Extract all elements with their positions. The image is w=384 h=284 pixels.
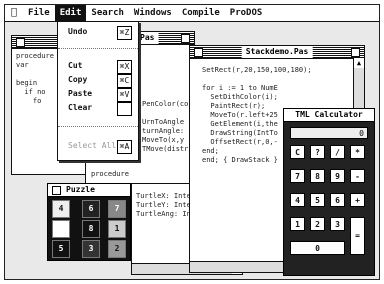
calc-key-clear[interactable]: C: [290, 145, 305, 159]
stackdemo-title: Stackdemo.Pas: [241, 46, 313, 58]
clear-label: Clear: [68, 103, 93, 112]
calculator-title[interactable]: TML Calculator: [284, 109, 374, 122]
calc-key-question[interactable]: ?: [310, 145, 325, 159]
calc-key-9[interactable]: 9: [330, 169, 345, 183]
undo-label: Undo: [68, 27, 88, 36]
menu-item-paste[interactable]: Paste ⌘V: [58, 88, 138, 102]
calc-key-divide[interactable]: /: [330, 145, 345, 159]
puzzle-tile[interactable]: 2: [108, 240, 126, 258]
puzzle-tile[interactable]: 5: [52, 240, 70, 258]
calc-key-plus[interactable]: +: [350, 193, 365, 207]
menu-search[interactable]: Search: [86, 5, 129, 21]
menu-separator: [58, 48, 138, 49]
back-window-code: procedure var begin if no fo: [16, 52, 54, 105]
close-box-icon[interactable]: [194, 48, 203, 57]
clear-shortcut: [117, 102, 132, 116]
menu-bar:  File Edit Search Windows Compile ProDO…: [5, 5, 379, 22]
turtle-window-code: TurtleX: Inte TurtleY: Inte TurtleAng: I…: [136, 192, 191, 218]
zoom-box-icon[interactable]: [351, 48, 360, 57]
desktop:  File Edit Search Windows Compile ProDO…: [4, 4, 380, 280]
select-all-shortcut: ⌘A: [117, 140, 132, 154]
menu-compile[interactable]: Compile: [177, 5, 225, 21]
calculator-window[interactable]: TML Calculator 0 C ? / * 7 8 9 - 4 5 6 +…: [283, 108, 375, 276]
puzzle-tile[interactable]: 6: [82, 200, 100, 218]
procedure-keyword: procedure: [91, 170, 129, 178]
puzzle-titlebar[interactable]: Puzzle: [48, 184, 130, 197]
calc-key-equals[interactable]: =: [350, 217, 365, 255]
puzzle-tile[interactable]: 1: [108, 220, 126, 238]
calc-key-multiply[interactable]: *: [350, 145, 365, 159]
calc-key-2[interactable]: 2: [310, 217, 325, 231]
undo-shortcut: ⌘Z: [117, 26, 132, 40]
puzzle-tile[interactable]: 8: [82, 220, 100, 238]
stackdemo-titlebar[interactable]: Stackdemo.Pas: [190, 46, 364, 59]
calc-key-minus[interactable]: -: [350, 169, 365, 183]
paste-label: Paste: [68, 89, 93, 98]
select-all-label: Select All: [68, 141, 117, 150]
menu-item-cut[interactable]: Cut ⌘X: [58, 60, 138, 74]
puzzle-tile[interactable]: 3: [82, 240, 100, 258]
menu-item-clear[interactable]: Clear: [58, 102, 138, 116]
calc-key-0[interactable]: 0: [290, 241, 345, 255]
calculator-display: 0: [290, 127, 368, 139]
zoom-box-icon[interactable]: [181, 34, 190, 43]
cut-shortcut: ⌘X: [117, 60, 132, 74]
cut-label: Cut: [68, 61, 83, 70]
close-box-icon[interactable]: [52, 186, 61, 195]
puzzle-window[interactable]: Puzzle 4 6 7 8 1 5 3 2: [47, 183, 131, 261]
puzzle-tile[interactable]: 4: [52, 200, 70, 218]
puzzle-tile[interactable]: 7: [108, 200, 126, 218]
menu-item-select-all[interactable]: Select All ⌘A: [58, 140, 138, 154]
copy-label: Copy: [68, 75, 88, 84]
puzzle-title: Puzzle: [66, 185, 95, 194]
close-box-icon[interactable]: [16, 38, 25, 47]
menu-item-copy[interactable]: Copy ⌘C: [58, 74, 138, 88]
menu-item-undo[interactable]: Undo ⌘Z: [58, 26, 138, 40]
calc-key-7[interactable]: 7: [290, 169, 305, 183]
calc-key-3[interactable]: 3: [330, 217, 345, 231]
puzzle-tile-empty[interactable]: [52, 220, 70, 238]
apple-menu-icon[interactable]: : [5, 5, 23, 21]
edit-menu: Undo ⌘Z Cut ⌘X Copy ⌘C Paste ⌘V Clear Se…: [57, 21, 139, 161]
menu-prodos[interactable]: ProDOS: [225, 5, 268, 21]
calc-key-8[interactable]: 8: [310, 169, 325, 183]
calc-key-4[interactable]: 4: [290, 193, 305, 207]
middle-window-code: PenColor(co UrnToAngle turnAngle: MoveTo…: [142, 100, 189, 153]
calc-key-1[interactable]: 1: [290, 217, 305, 231]
menu-file[interactable]: File: [23, 5, 55, 21]
scroll-up-arrow-icon[interactable]: ▲: [354, 58, 364, 68]
calc-key-6[interactable]: 6: [330, 193, 345, 207]
copy-shortcut: ⌘C: [117, 74, 132, 88]
menu-separator: [58, 126, 138, 127]
calc-key-5[interactable]: 5: [310, 193, 325, 207]
paste-shortcut: ⌘V: [117, 88, 132, 102]
menu-windows[interactable]: Windows: [129, 5, 177, 21]
menu-edit[interactable]: Edit: [54, 5, 87, 21]
